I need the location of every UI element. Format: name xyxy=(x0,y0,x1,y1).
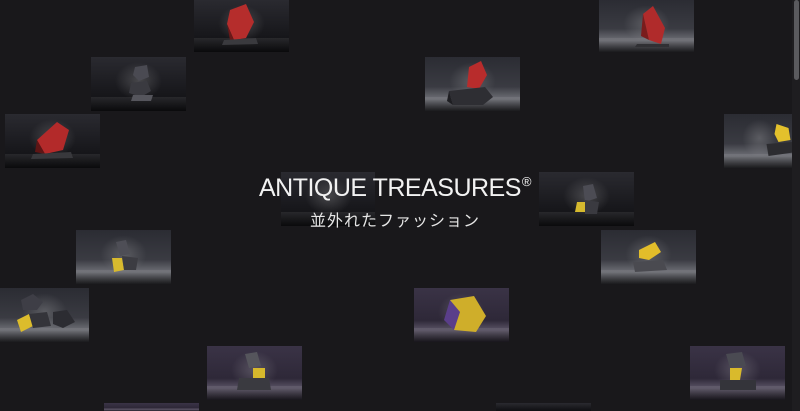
gallery-canvas: ANTIQUE TREASURES® 並外れたファッション xyxy=(0,0,800,411)
tile-red-stone-top[interactable] xyxy=(194,0,289,52)
brand-title: ANTIQUE TREASURES® xyxy=(230,174,560,203)
tile-stone-left-low[interactable] xyxy=(0,288,89,342)
tile-red-stone-topright[interactable] xyxy=(599,0,694,52)
tile-stacked-stone-1[interactable] xyxy=(91,57,186,111)
tile-yellow-stone-mid[interactable] xyxy=(601,230,696,284)
tile-partial-bottom-2[interactable] xyxy=(496,403,591,411)
purple-stone-image xyxy=(444,296,486,332)
tile-partial-bottom-1[interactable] xyxy=(104,403,199,411)
tile-stacked-stone-5[interactable] xyxy=(207,346,302,400)
yellow-stone-image xyxy=(766,124,794,156)
tile-purple-stone-right[interactable] xyxy=(690,346,785,400)
red-stone-image xyxy=(222,4,258,45)
stacked-stone-image xyxy=(112,240,138,272)
red-stone-image xyxy=(447,61,493,105)
hero-block: ANTIQUE TREASURES® 並外れたファッション xyxy=(230,174,560,231)
stacked-stone-image xyxy=(17,294,75,332)
red-stone-image xyxy=(635,6,669,47)
scrollbar-thumb[interactable] xyxy=(794,0,799,80)
registered-mark: ® xyxy=(521,174,532,189)
tile-red-stone-left[interactable] xyxy=(5,114,100,168)
tile-stacked-stone-4[interactable] xyxy=(76,230,171,284)
tile-yellow-stone-right[interactable] xyxy=(724,114,794,168)
yellow-stone-image xyxy=(633,242,667,272)
stacked-stone-image xyxy=(237,352,271,390)
red-stone-image xyxy=(31,122,73,159)
tile-red-stone-center[interactable] xyxy=(425,57,520,111)
brand-subtitle: 並外れたファッション xyxy=(309,211,480,230)
tile-purple-stone[interactable] xyxy=(414,288,509,342)
vertical-scrollbar[interactable] xyxy=(792,0,800,411)
brand-title-text: ANTIQUE TREASURES xyxy=(258,174,521,202)
stacked-stone-image xyxy=(129,65,153,101)
stacked-stone-image xyxy=(720,352,756,390)
